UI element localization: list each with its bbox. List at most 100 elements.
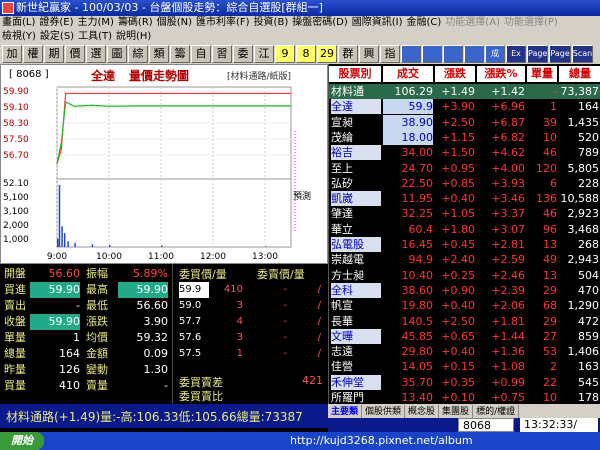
toolbar-button[interactable]: 籌: [170, 45, 190, 63]
toolbar-button[interactable]: [422, 45, 442, 63]
watchlist-row[interactable]: 材料通 106.29 +1.49 +1.42 -73,387: [329, 84, 600, 100]
watchlist-row[interactable]: 肇達 32.25 +1.05 +3.37 46 2,923: [329, 206, 600, 221]
menu-item[interactable]: 檢視(Y): [0, 30, 38, 44]
watchlist-row[interactable]: 志遠 29.80 +0.40 +1.36 53 1,406: [329, 344, 600, 359]
watchlist-column-header[interactable]: 成交: [383, 66, 433, 82]
menu-item[interactable]: 設定(S): [38, 30, 76, 44]
x-tick-label: 12:00: [200, 252, 226, 262]
toolbar-button[interactable]: 加: [2, 45, 22, 63]
watchlist-row[interactable]: 全達 59.9 +3.90 +6.96 1 164: [329, 99, 600, 115]
watchlist-row[interactable]: 方士昶 10.40 +0.25 +2.46 13 504: [329, 268, 600, 283]
toolbar-button[interactable]: 8: [296, 45, 316, 63]
watchlist-row[interactable]: 弘電股 16.45 +0.45 +2.81 13 268: [329, 237, 600, 252]
volume-bar: [67, 241, 69, 247]
watchlist-column-header[interactable]: 總量: [559, 66, 600, 82]
stock-code-input[interactable]: 8068: [458, 418, 514, 432]
quote-label: 最高: [86, 283, 108, 296]
menu-item[interactable]: 功能選擇(P): [502, 16, 560, 30]
watchlist-tab[interactable]: 概念股: [405, 405, 440, 418]
menu-item[interactable]: 工具(T): [76, 30, 114, 44]
menu-item[interactable]: 金融(C): [405, 16, 444, 30]
watchlist-tab[interactable]: 個股供類: [362, 405, 406, 418]
bid-price: 59.0: [179, 300, 202, 311]
toolbar-button[interactable]: 成: [485, 45, 505, 63]
menu-item[interactable]: 籌碼(R): [116, 16, 155, 30]
toolbar-button[interactable]: 習: [212, 45, 232, 63]
toolbar-button[interactable]: [401, 45, 421, 63]
watchlist-row[interactable]: 凱崴 11.95 +0.40 +3.46 136 10,588: [329, 191, 600, 207]
bid-price: 57.6: [179, 332, 202, 343]
watchlist-row[interactable]: 所羅門 13.40 +0.10 +0.75 10 178: [329, 390, 600, 405]
menu-item[interactable]: 說明(H): [114, 30, 153, 44]
toolbar-button[interactable]: 29: [317, 45, 337, 63]
watchlist-row[interactable]: 禾伸堂 35.70 +0.35 +0.99 22 545: [329, 374, 600, 390]
stock-name-cell: 所羅門: [331, 391, 364, 404]
toolbar-button[interactable]: 價: [65, 45, 85, 63]
watchlist-row[interactable]: 帆宣 19.80 +0.40 +2.06 68 1,290: [329, 298, 600, 313]
watchlist-tab[interactable]: 集團股: [439, 405, 474, 418]
watchlist-tab[interactable]: 標的/權證: [473, 405, 520, 418]
toolbar-button[interactable]: Page: [527, 45, 549, 63]
toolbar-button[interactable]: 江: [254, 45, 274, 63]
menu-item[interactable]: 功能選擇(A): [443, 16, 502, 30]
secondary-menubar: 檢視(Y) 設定(S) 工具(T) 說明(H): [0, 30, 600, 44]
change-pct-cell: +0.75: [491, 391, 525, 404]
menu-item[interactable]: 個股(N): [155, 16, 194, 30]
watchlist-row[interactable]: 全科 38.60 +0.90 +2.39 29 470: [329, 282, 600, 298]
watchlist-row[interactable]: 至上 24.70 +0.95 +4.00 120 5,805: [329, 161, 600, 176]
watchlist-row[interactable]: 佳營 14.05 +0.15 +1.08 2 163: [329, 359, 600, 374]
change-cell: +1.49: [441, 85, 475, 98]
watchlist-column-header[interactable]: 單量: [527, 66, 557, 82]
menu-item[interactable]: 主力(M): [76, 16, 116, 30]
watchlist-row[interactable]: 茂綸 18.00 +1.15 +6.82 10 520: [329, 129, 600, 145]
toolbar-button[interactable]: 委: [233, 45, 253, 63]
toolbar-button[interactable]: 自: [191, 45, 211, 63]
toolbar-button[interactable]: Page: [549, 45, 571, 63]
quote-value: 164: [59, 347, 80, 360]
menu-item[interactable]: 國際資訊(I): [350, 16, 405, 30]
watchlist-row[interactable]: 弘矽 22.50 +0.85 +3.93 6 228: [329, 176, 600, 191]
watchlist-row[interactable]: 宣昶 38.90 +2.50 +6.87 39 1,435: [329, 114, 600, 130]
toolbar-button[interactable]: 9: [275, 45, 295, 63]
start-button[interactable]: 開始: [0, 432, 44, 450]
watchlist-row[interactable]: 文曄 45.85 +0.65 +1.44 27 859: [329, 328, 600, 344]
toolbar-button[interactable]: 興: [359, 45, 379, 63]
toolbar-button[interactable]: Ex: [506, 45, 526, 63]
menu-item[interactable]: 證券(E): [37, 16, 75, 30]
watchlist-tab[interactable]: 主要類: [328, 405, 363, 418]
toolbar-button[interactable]: 權: [23, 45, 43, 63]
bid-volume: 3: [236, 300, 243, 311]
menu-item[interactable]: 操盤密碼(D): [290, 16, 350, 30]
menu-item[interactable]: 投資(B): [252, 16, 291, 30]
watchlist-tabs: 主要類 個股供類 概念股 集團股 標的/權證: [328, 404, 600, 418]
menu-item[interactable]: 匯市利率(F): [194, 16, 252, 30]
volume-tick-label: 1,000: [3, 235, 29, 245]
toolbar-button[interactable]: 綜: [128, 45, 148, 63]
x-tick-label: 11:00: [148, 252, 174, 262]
quote-row: 收盤 59.90 漲跌 3.90: [0, 314, 172, 330]
watchlist-column-header[interactable]: 漲跌: [435, 66, 475, 82]
total-volume-cell: 504: [578, 268, 599, 282]
toolbar-button[interactable]: 圖: [107, 45, 127, 63]
watchlist-row[interactable]: 長華 140.5 +2.50 +1.81 29 472: [329, 314, 600, 329]
watchlist-row[interactable]: 崇越電 94.9 +2.40 +2.59 49 2,943: [329, 252, 600, 267]
toolbar-button[interactable]: 類: [149, 45, 169, 63]
toolbar-button[interactable]: 選: [86, 45, 106, 63]
toolbar-button[interactable]: [464, 45, 484, 63]
toolbar-button[interactable]: 期: [44, 45, 64, 63]
toolbar-button[interactable]: [443, 45, 463, 63]
toolbar-button[interactable]: 指: [380, 45, 400, 63]
ask-volume: /: [317, 316, 321, 327]
quote-row: 買量 410 賣量 -: [0, 378, 172, 394]
menu-item[interactable]: 畫面(L): [0, 16, 37, 30]
toolbar-button[interactable]: 群: [338, 45, 358, 63]
watchlist-column-header[interactable]: 股票別: [329, 66, 381, 82]
watchlist-row[interactable]: 裕吉 34.00 +1.50 +4.62 46 789: [329, 145, 600, 161]
change-cell: +2.50: [441, 115, 475, 129]
order-book-row: 57.6 3 - /: [173, 330, 329, 346]
watchlist-row[interactable]: 華立 60.4 +1.80 +3.07 96 3,468: [329, 222, 600, 237]
watchlist-column-header[interactable]: 漲跌%: [477, 66, 525, 82]
change-pct-cell: +1.44: [491, 329, 525, 343]
bid-volume: 3: [236, 332, 243, 343]
toolbar-button[interactable]: Scan: [571, 45, 594, 63]
